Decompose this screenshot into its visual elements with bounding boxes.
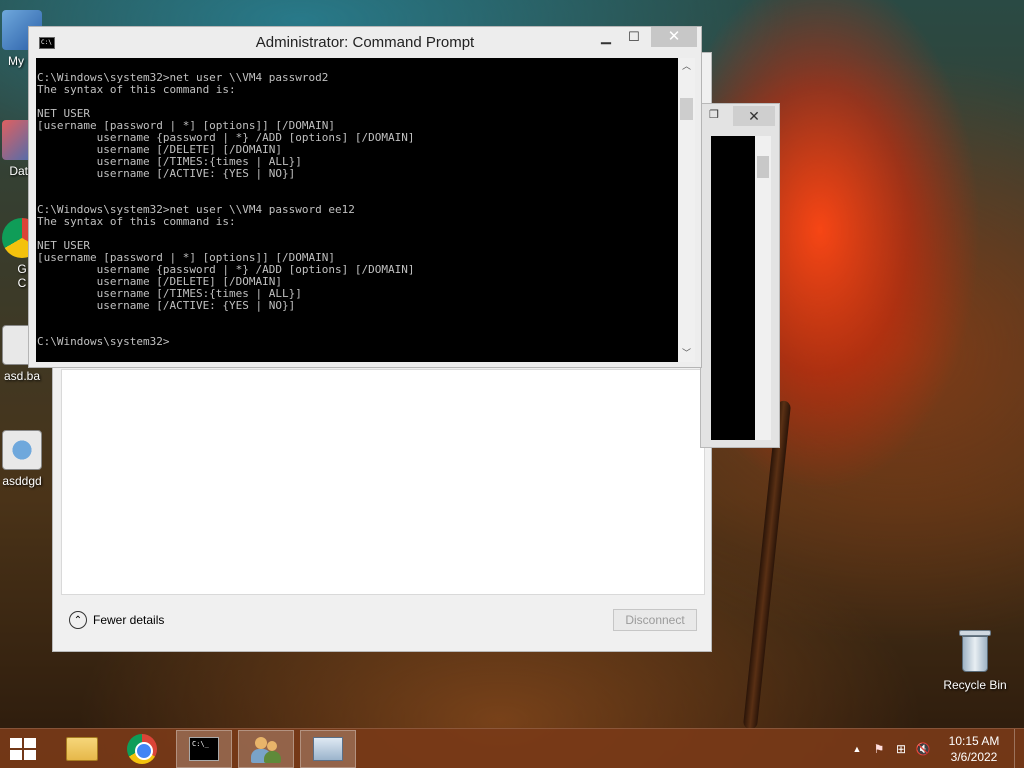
background-console-window[interactable]: ❐ ✕ (700, 103, 780, 448)
windows-logo-icon (10, 738, 22, 748)
rdp-footer: ⌃ Fewer details Disconnect (61, 595, 705, 647)
chevron-up-icon: ⌃ (69, 611, 87, 629)
fewer-details-button[interactable]: ⌃ Fewer details (69, 611, 164, 629)
chrome-icon (127, 734, 157, 764)
taskbar-command-prompt[interactable]: C:\_ (176, 730, 232, 768)
monitor-icon (313, 737, 343, 761)
volume-muted-icon[interactable]: 🔇 (912, 742, 934, 756)
network-icon[interactable]: ⊞ (890, 742, 912, 756)
desktop-icon-label: asddgd (2, 474, 42, 488)
taskbar-file-explorer[interactable] (54, 730, 110, 768)
console-line: username [/ACTIVE: {YES | NO}] (37, 167, 296, 180)
clock-time: 10:15 AM (948, 734, 1000, 748)
scroll-down-icon[interactable]: ﹀ (678, 345, 695, 362)
restore-icon[interactable]: ❐ (709, 108, 719, 121)
show-desktop-button[interactable] (1014, 729, 1024, 768)
recycle-bin-label: Recycle Bin (943, 678, 1007, 692)
action-center-flag-icon[interactable]: ⚑ (868, 742, 890, 756)
command-prompt-icon: C:\_ (189, 737, 219, 761)
console-output[interactable]: C:\Windows\system32>net user \\VM4 passw… (36, 58, 678, 362)
vertical-scrollbar[interactable] (755, 136, 771, 440)
scrollbar-thumb[interactable] (680, 98, 693, 120)
taskbar-chrome[interactable] (114, 730, 170, 768)
fewer-details-label: Fewer details (93, 613, 165, 627)
wallpaper-stem (742, 400, 792, 730)
folder-icon (66, 737, 98, 761)
show-hidden-icons-icon[interactable]: ▲ (846, 744, 868, 754)
console-line: C:\Windows\system32> (37, 335, 170, 348)
taskbar: C:\_ ▲ ⚑ ⊞ 🔇 10:15 AM 3/6/2022 (0, 728, 1024, 768)
scrollbar-thumb[interactable] (757, 156, 769, 178)
desktop-icon-label: asd.ba (3, 369, 41, 383)
desktop-icon-recycle-bin[interactable]: Recycle Bin (940, 630, 1010, 692)
disconnect-button[interactable]: Disconnect (613, 609, 697, 631)
minimize-button[interactable]: ▁ (591, 27, 621, 47)
scroll-up-icon[interactable]: ︿ (678, 58, 695, 75)
console-line: username [/ACTIVE: {YES | NO}] (37, 299, 296, 312)
console-line: The syntax of this command is: (37, 83, 236, 96)
taskbar-performance-monitor[interactable] (300, 730, 356, 768)
console-screen (711, 136, 755, 440)
clock-date: 3/6/2022 (950, 750, 998, 764)
users-icon (251, 735, 281, 763)
taskbar-user-accounts[interactable] (238, 730, 294, 768)
start-button[interactable] (10, 738, 38, 762)
desktop-icon-settings[interactable]: asddgd (0, 430, 56, 488)
details-panel (61, 369, 705, 595)
recycle-bin-icon (958, 630, 992, 674)
console-line: The syntax of this command is: (37, 215, 236, 228)
gear-icon (2, 430, 42, 470)
command-prompt-window[interactable]: C:\ Administrator: Command Prompt ▁ ☐ ✕ … (28, 26, 702, 368)
vertical-scrollbar[interactable]: ︿ ﹀ (678, 58, 695, 362)
close-button[interactable]: ✕ (733, 106, 775, 126)
close-button[interactable]: ✕ (651, 27, 697, 47)
maximize-button[interactable]: ☐ (619, 27, 649, 47)
clock[interactable]: 10:15 AM 3/6/2022 (934, 733, 1014, 765)
system-tray: ▲ ⚑ ⊞ 🔇 10:15 AM 3/6/2022 (846, 729, 1024, 768)
title-bar[interactable]: C:\ Administrator: Command Prompt ▁ ☐ ✕ (29, 27, 701, 57)
